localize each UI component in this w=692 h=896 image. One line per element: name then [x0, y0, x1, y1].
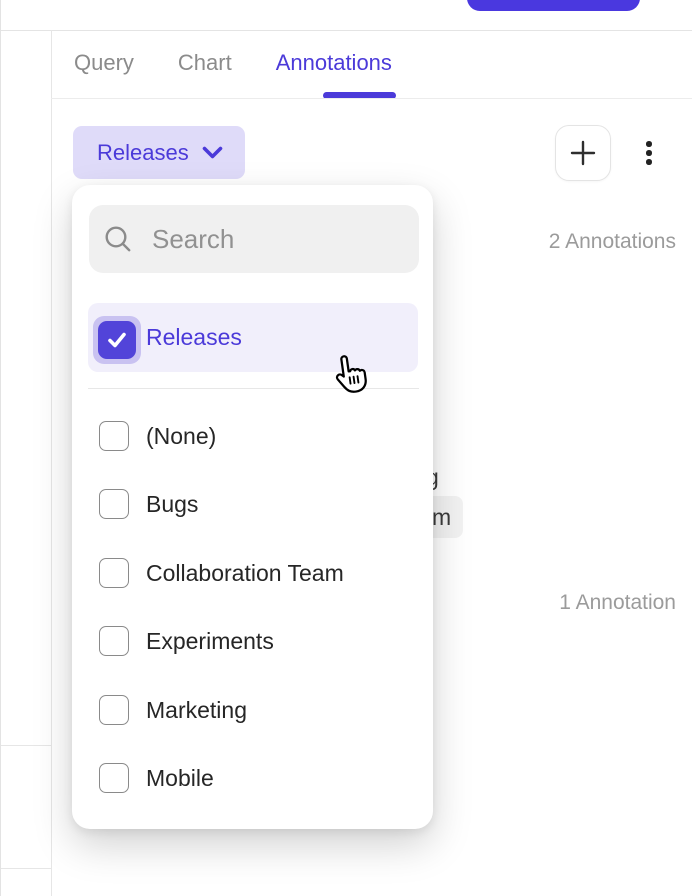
- checkbox-unchecked-icon[interactable]: [99, 763, 129, 793]
- checkbox-unchecked-icon[interactable]: [99, 695, 129, 725]
- option-row-mobile[interactable]: Mobile: [99, 761, 214, 795]
- option-row-marketing[interactable]: Marketing: [99, 693, 247, 727]
- sidebar-row-divider: [1, 868, 51, 869]
- filter-button-label: Releases: [97, 140, 189, 166]
- option-label: Collaboration Team: [146, 560, 344, 587]
- option-label: Releases: [146, 303, 242, 372]
- search-input[interactable]: Search: [89, 205, 419, 273]
- option-label: Mobile: [146, 765, 214, 792]
- option-row-none[interactable]: (None): [99, 419, 216, 453]
- sidebar-row-divider: [1, 745, 51, 746]
- option-row-releases-selected[interactable]: Releases: [88, 303, 418, 372]
- checkbox-unchecked-icon[interactable]: [99, 489, 129, 519]
- search-icon: [103, 224, 133, 254]
- releases-filter-button[interactable]: Releases: [73, 126, 245, 179]
- checkbox-unchecked-icon[interactable]: [99, 421, 129, 451]
- kebab-menu-icon[interactable]: [641, 141, 657, 169]
- option-label: Experiments: [146, 628, 274, 655]
- tabs-bottom-border: [51, 98, 692, 99]
- option-row-bugs[interactable]: Bugs: [99, 487, 198, 521]
- annotation-count-badge: 1 Annotation: [559, 591, 676, 615]
- option-label: (None): [146, 423, 216, 450]
- sidebar-border: [51, 30, 52, 896]
- annotation-count-badge: 2 Annotations: [549, 230, 676, 254]
- pointer-hand-cursor: [329, 350, 374, 405]
- plus-icon: [569, 139, 597, 167]
- releases-dropdown-panel: Search Releases (None) Bugs Collaboratio…: [72, 185, 433, 829]
- chevron-down-icon: [202, 146, 223, 160]
- checkbox-unchecked-icon[interactable]: [99, 558, 129, 588]
- tab-annotations[interactable]: Annotations: [276, 49, 392, 77]
- primary-action-button[interactable]: [467, 0, 640, 11]
- option-row-experiments[interactable]: Experiments: [99, 624, 274, 658]
- checkbox-focus-ring: [93, 316, 141, 364]
- tab-bar: Query Chart Annotations: [74, 49, 392, 77]
- annotations-screen: Query Chart Annotations Releases 2 Annot…: [0, 0, 692, 896]
- checkbox-unchecked-icon[interactable]: [99, 626, 129, 656]
- option-row-collaboration-team[interactable]: Collaboration Team: [99, 556, 344, 590]
- header-divider: [1, 30, 692, 31]
- checkbox-checked-icon[interactable]: [98, 321, 136, 359]
- option-label: Bugs: [146, 491, 198, 518]
- tab-chart[interactable]: Chart: [178, 49, 232, 77]
- tab-query[interactable]: Query: [74, 49, 134, 77]
- option-label: Marketing: [146, 697, 247, 724]
- add-annotation-button[interactable]: [555, 125, 611, 181]
- search-placeholder: Search: [152, 224, 234, 255]
